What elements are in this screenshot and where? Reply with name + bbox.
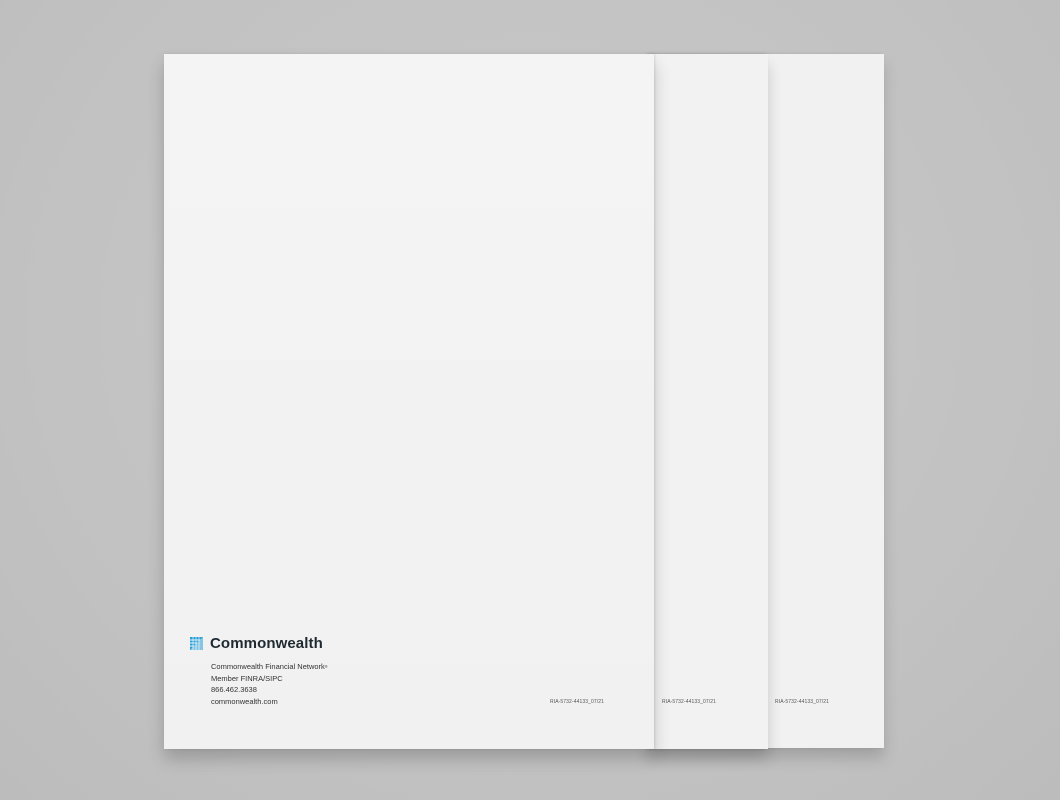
commonwealth-logo-icon [190, 637, 203, 650]
print-code: RIA-5732-44133_07/21 [775, 699, 829, 705]
company-line: Commonwealth Financial Network® [211, 661, 328, 673]
booklet-middle: RIA-5732-44133_07/21 [648, 54, 768, 749]
brand-logo: Commonwealth [190, 635, 323, 652]
product-photo: RIA-5732-44133_07/21 RIA-5732-44133_07/2… [0, 0, 1060, 800]
brand-name: Commonwealth [210, 635, 323, 652]
contact-block: Commonwealth Financial Network® Member F… [211, 661, 328, 707]
print-code: RIA-5732-44133_07/21 [550, 699, 604, 705]
membership-line: Member FINRA/SIPC [211, 673, 283, 683]
company-name: Commonwealth Financial Network [211, 662, 325, 671]
booklet-front: Commonwealth Commonwealth Financial Netw… [164, 54, 654, 749]
website-line: commonwealth.com [211, 696, 278, 706]
print-code: RIA-5732-44133_07/21 [662, 699, 716, 705]
registered-mark: ® [324, 664, 328, 669]
phone-line: 866.462.3638 [211, 685, 257, 694]
